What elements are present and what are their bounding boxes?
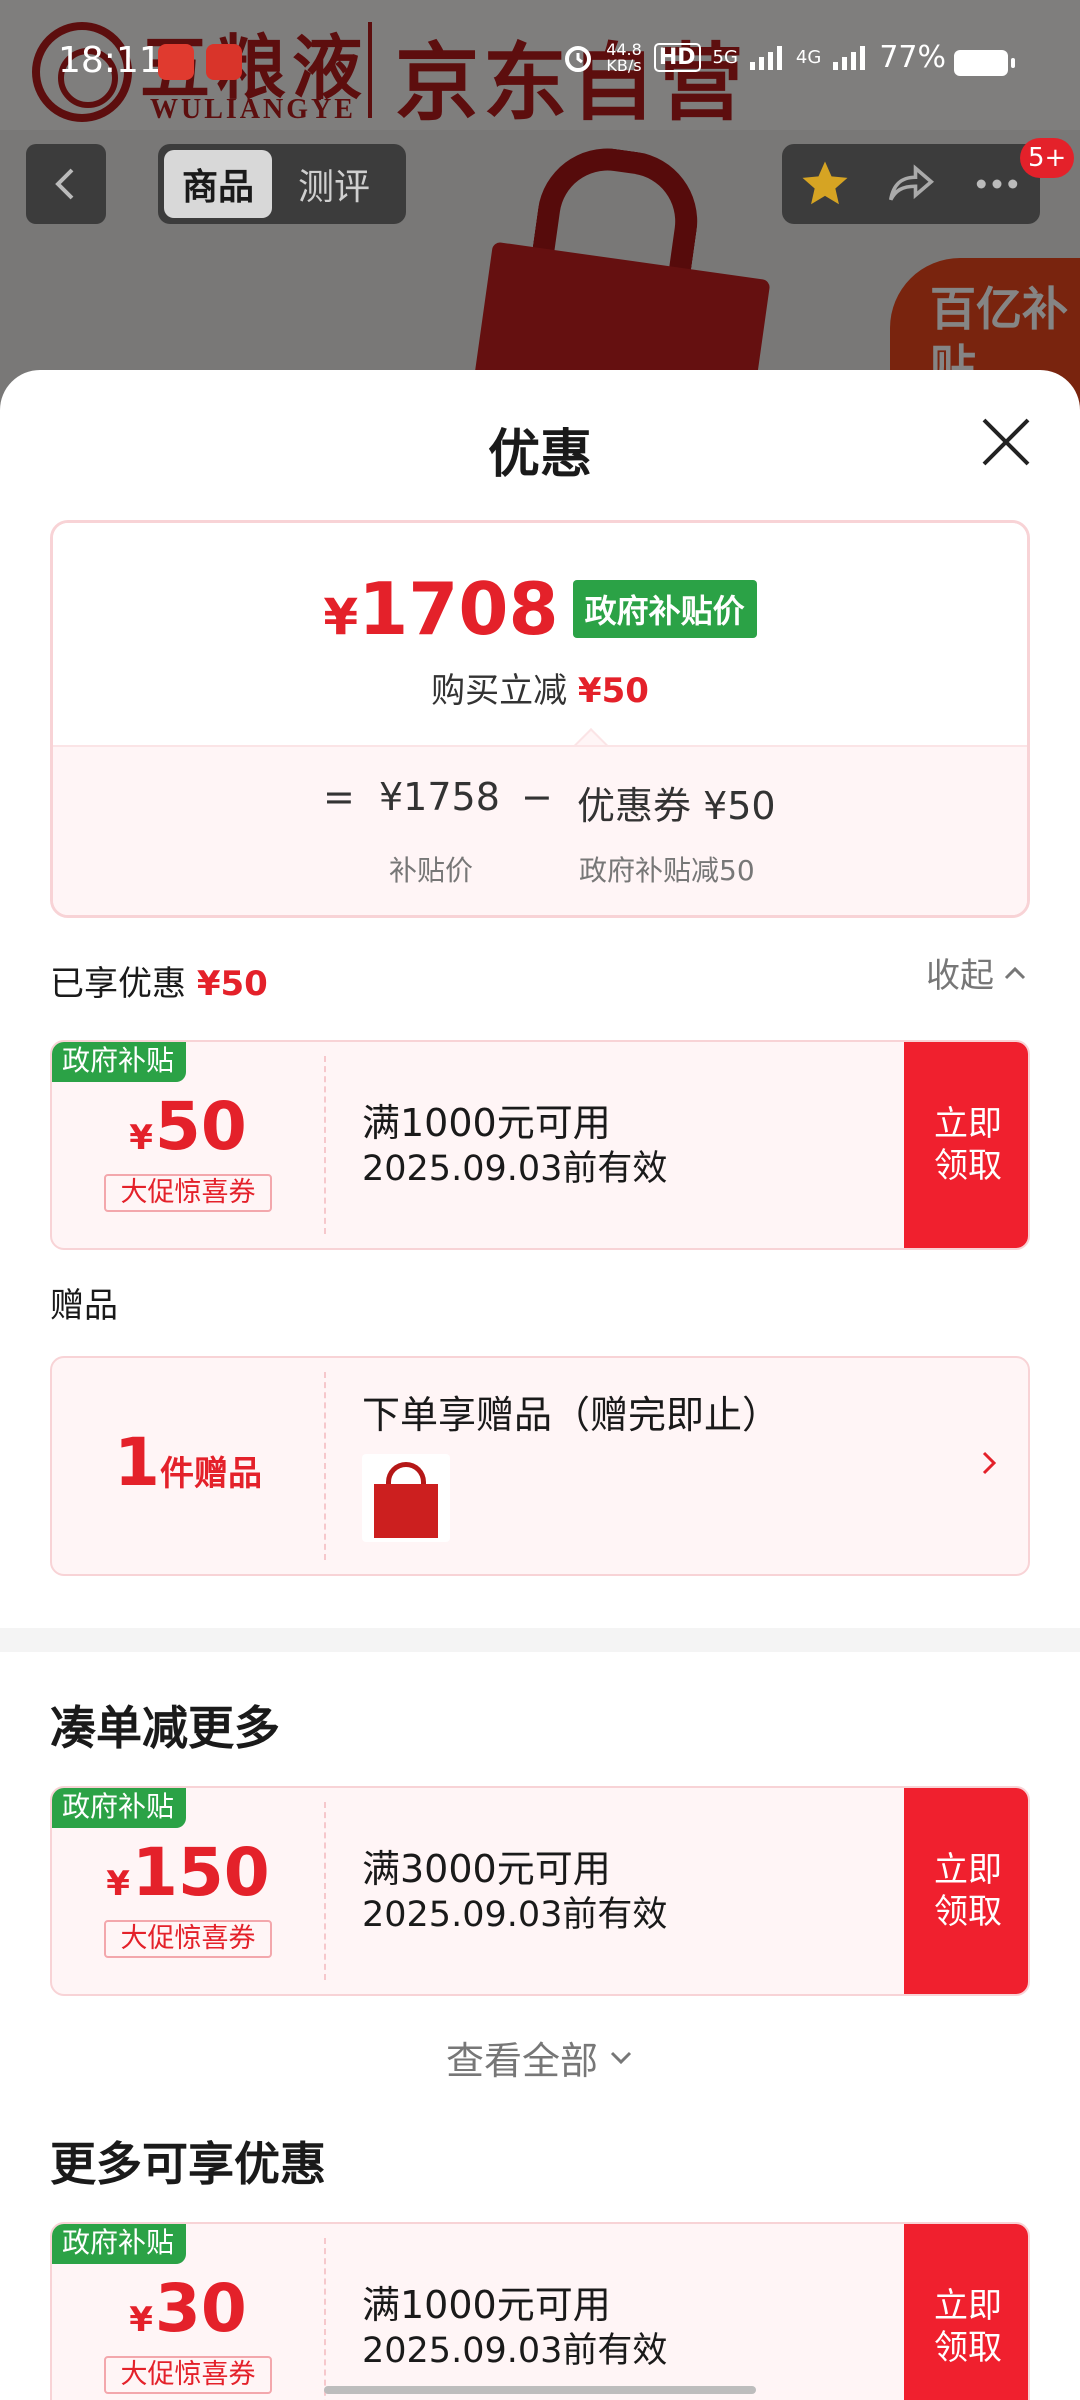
price-breakdown: = ¥1758 补贴价 − 优惠券 ¥50 政府补贴减50: [53, 745, 1027, 915]
nav-actions: [782, 144, 1040, 224]
price-summary: ¥1708 政府补贴价 购买立减 ¥50 = ¥1758 补贴价 − 优惠券 ¥…: [50, 520, 1030, 918]
network-speed: 44.8 KB/s: [606, 39, 642, 75]
coupon-validity: 2025.09.03前有效: [362, 1149, 668, 1189]
claim-coupon-button[interactable]: 立即领取: [904, 1788, 1028, 1994]
coupon-validity: 2025.09.03前有效: [362, 1895, 668, 1935]
signal-bars-icon: [749, 45, 782, 70]
hd-icon: HD: [653, 43, 701, 72]
claim-coupon-button[interactable]: 立即领取: [904, 1042, 1028, 1248]
product-tabs: 商品 测评: [158, 144, 406, 224]
coupon-amount: ¥30: [129, 2270, 247, 2347]
notification-app-icon: [206, 44, 242, 80]
gift-bag-thumbnail: [362, 1454, 450, 1542]
claim-coupon-button[interactable]: 立即领取: [904, 2224, 1028, 2400]
coupon-amount: ¥150: [106, 1834, 270, 1911]
signal-5g: 5G: [712, 47, 738, 68]
gift-title: 下单享赠品（赠完即止）: [362, 1393, 781, 1437]
signal-bars-icon: [833, 45, 866, 70]
sheet-title: 优惠: [487, 425, 592, 485]
discount-sheet: 优惠 ¥1708 政府补贴价 购买立减 ¥50 = ¥1758 补贴价 − 优惠…: [0, 370, 1080, 2400]
equals-sign: =: [323, 775, 355, 819]
gov-subsidy-price-tag: 政府补贴价: [572, 580, 757, 638]
close-icon[interactable]: [980, 416, 1032, 468]
minus-sign: −: [521, 775, 553, 819]
favorite-star-icon[interactable]: [798, 157, 852, 211]
final-price: ¥1708: [323, 567, 559, 651]
coupon-condition: 满1000元可用: [362, 2283, 611, 2327]
chevron-right-icon: [982, 1451, 997, 1475]
base-price-label: 补贴价: [389, 854, 474, 887]
gift-count: 1件赠品: [114, 1424, 262, 1501]
notification-app-icon: [158, 44, 194, 80]
coupon-amount: ¥50: [129, 1088, 247, 1165]
status-time: 18:11: [58, 40, 162, 81]
coupon-deduction-label: 政府补贴减50: [579, 854, 755, 887]
view-all-button[interactable]: 查看全部: [0, 2030, 1080, 2085]
status-bar: 18:11 44.8 KB/s HD 5G 4G 77%: [0, 0, 1080, 120]
coupon-card: 政府补贴 ¥30 大促惊喜券 满1000元可用 2025.09.03前有效 立即…: [50, 2222, 1030, 2400]
gifts-label: 赠品: [50, 1286, 118, 1326]
tab-product[interactable]: 商品: [164, 150, 273, 218]
status-indicators: 44.8 KB/s HD 5G 4G 77%: [562, 40, 946, 75]
collapse-button[interactable]: 收起: [926, 948, 1028, 997]
battery-percent: 77%: [879, 40, 946, 75]
share-icon[interactable]: [884, 157, 938, 211]
alarm-icon: [565, 45, 592, 72]
coupon-validity: 2025.09.03前有效: [362, 2331, 668, 2371]
add-on-section-title: 凑单减更多: [50, 1701, 280, 1755]
coupon-type-label: 大促惊喜券: [104, 2356, 272, 2394]
coupon-type-label: 大促惊喜券: [104, 1920, 272, 1958]
more-dots-icon[interactable]: [970, 157, 1024, 211]
base-price: ¥1758: [379, 775, 500, 819]
chevron-up-icon: [1004, 966, 1026, 979]
coupon-type-label: 大促惊喜券: [104, 1174, 272, 1212]
chevron-left-icon: [55, 168, 74, 200]
more-notification-badge: 5+: [1020, 138, 1075, 178]
tab-reviews[interactable]: 测评: [280, 150, 388, 218]
home-indicator[interactable]: [324, 2386, 756, 2394]
signal-4g: 4G: [795, 47, 822, 68]
coupon-condition: 满3000元可用: [362, 1847, 611, 1891]
more-discounts-title: 更多可享优惠: [50, 2137, 326, 2191]
coupon-deduction: 优惠券 ¥50: [577, 784, 776, 828]
enjoyed-discount-label: 已享优惠 ¥50: [50, 964, 268, 1004]
instant-discount: 购买立减 ¥50: [431, 671, 649, 711]
section-separator: [0, 1628, 1080, 1652]
chevron-down-icon: [610, 2051, 632, 2064]
back-button[interactable]: [26, 144, 106, 224]
coupon-card: 政府补贴 ¥150 大促惊喜券 满3000元可用 2025.09.03前有效 立…: [50, 1786, 1030, 1996]
coupon-card: 政府补贴 ¥50 大促惊喜券 满1000元可用 2025.09.03前有效 立即…: [50, 1040, 1030, 1250]
gift-card[interactable]: 1件赠品 下单享赠品（赠完即止）: [50, 1356, 1030, 1576]
coupon-condition: 满1000元可用: [362, 1101, 611, 1145]
battery-icon: [954, 50, 1015, 76]
